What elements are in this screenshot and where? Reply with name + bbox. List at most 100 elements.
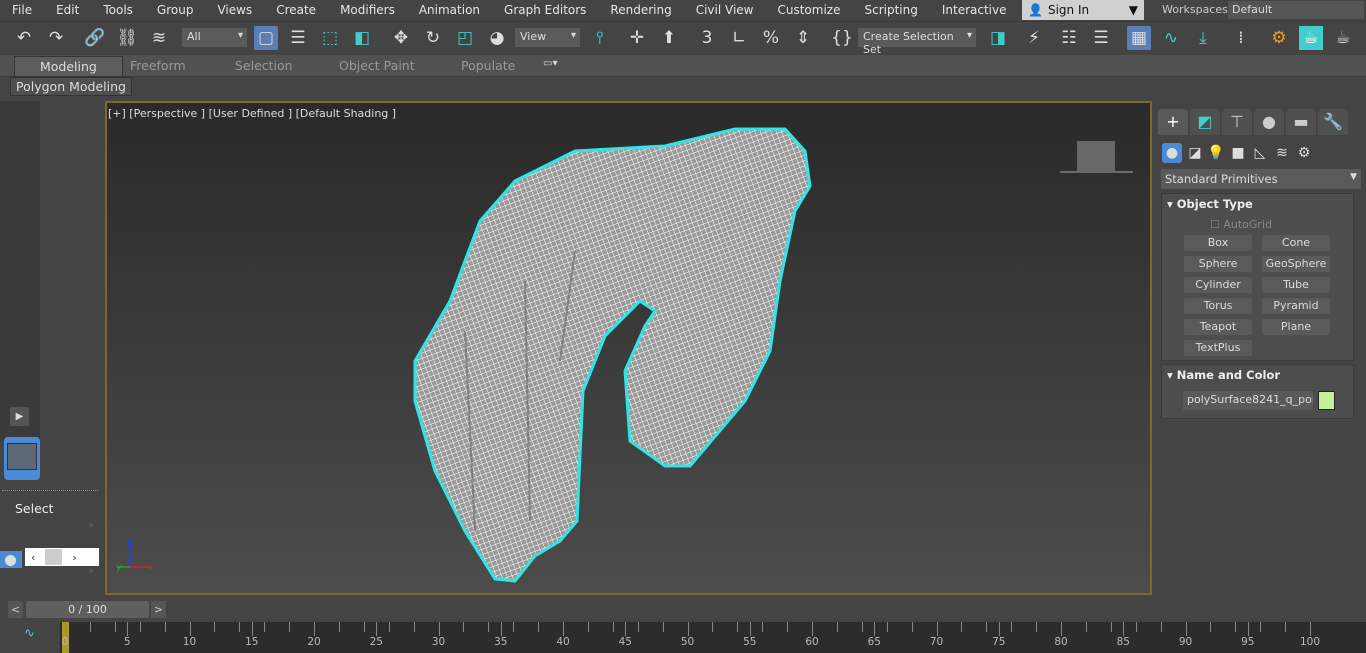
modify-tab-icon[interactable]: ◩ — [1190, 109, 1220, 135]
expand-arrow-icon[interactable]: ▶ — [10, 407, 29, 426]
expand-icon[interactable]: » — [88, 520, 94, 531]
torus-button[interactable]: Torus — [1184, 298, 1252, 314]
tab-selection[interactable]: Selection — [235, 58, 293, 73]
menu-civil-view[interactable]: Civil View — [684, 3, 766, 17]
viewcube-icon[interactable] — [1060, 141, 1133, 173]
menu-customize[interactable]: Customize — [765, 3, 852, 17]
scroll-spinner[interactable]: ‹ › — [25, 548, 99, 566]
menu-views[interactable]: Views — [205, 3, 264, 17]
angle-snap-icon[interactable]: ∟ — [727, 26, 751, 50]
scroll-thumb[interactable] — [45, 549, 63, 565]
object-category-select[interactable]: Standard Primitives ▼ — [1161, 169, 1361, 189]
radio-button[interactable] — [0, 551, 22, 568]
object-type-title[interactable]: Object Type — [1177, 197, 1253, 211]
bind-space-warp-icon[interactable]: ≋ — [147, 26, 171, 50]
render-production-icon[interactable]: ☕ — [1331, 26, 1355, 50]
hierarchy-tab-icon[interactable]: ⊤ — [1222, 109, 1252, 135]
scale-icon[interactable]: ◰ — [453, 26, 477, 50]
tab-modeling[interactable]: Modeling — [14, 56, 123, 77]
utilities-tab-wrench-icon[interactable]: 🔧 — [1318, 109, 1348, 135]
reference-coordinate-select[interactable]: View — [515, 28, 580, 47]
time-slider[interactable]: 0 / 100 — [26, 601, 149, 618]
time-next-button[interactable]: > — [151, 601, 166, 618]
menu-group[interactable]: Group — [145, 3, 206, 17]
ribbon-options-icon[interactable]: ▭▾ — [543, 58, 557, 69]
layer-explorer-icon[interactable]: ☰ — [1089, 26, 1113, 50]
left-arrow-icon[interactable]: ‹ — [31, 551, 35, 564]
move-icon[interactable]: ✥ — [389, 26, 413, 50]
teapot-button[interactable]: Teapot — [1184, 319, 1252, 335]
tube-button[interactable]: Tube — [1262, 277, 1330, 293]
toggle-ribbon-icon[interactable]: ▦ — [1127, 26, 1151, 50]
cone-button[interactable]: Cone — [1262, 235, 1330, 251]
tab-populate[interactable]: Populate — [461, 58, 515, 73]
schematic-view-icon[interactable]: ⁞ — [1229, 26, 1253, 50]
percent-snap-icon[interactable]: % — [759, 26, 783, 50]
space-warps-icon[interactable]: ≋ — [1272, 143, 1292, 163]
right-arrow-icon[interactable]: › — [72, 551, 76, 564]
workspaces-select[interactable]: Default — [1228, 1, 1364, 19]
rendered-frame-window-icon[interactable]: ☕ — [1299, 26, 1323, 50]
geometry-icon[interactable]: ● — [1162, 143, 1182, 163]
placement-icon[interactable]: ◕ — [485, 26, 509, 50]
undo-icon[interactable]: ↶ — [12, 26, 36, 50]
rectangular-selection-icon[interactable]: ⬚ — [318, 26, 342, 50]
menu-interactive[interactable]: Interactive — [930, 3, 1019, 17]
systems-icon[interactable]: ⚙ — [1294, 143, 1314, 163]
redo-icon[interactable]: ↷ — [44, 26, 68, 50]
unlink-icon[interactable]: ⛓ — [115, 26, 139, 50]
time-prev-button[interactable]: < — [8, 601, 23, 618]
viewport-layout-button[interactable] — [4, 437, 40, 480]
cylinder-button[interactable]: Cylinder — [1184, 277, 1252, 293]
menu-edit[interactable]: Edit — [44, 3, 91, 17]
keyboard-shortcut-override-icon[interactable]: ⬆ — [657, 26, 681, 50]
curve-editor-icon[interactable]: ∿ — [1159, 26, 1183, 50]
expand-icon[interactable]: » — [88, 566, 94, 577]
autogrid-checkbox[interactable]: ☐ AutoGrid — [1210, 218, 1272, 231]
name-color-title[interactable]: Name and Color — [1177, 368, 1280, 382]
menu-rendering[interactable]: Rendering — [598, 3, 683, 17]
menu-animation[interactable]: Animation — [407, 3, 492, 17]
lights-icon[interactable]: 💡 — [1206, 143, 1226, 163]
spinner-snap-icon[interactable]: ⇕ — [791, 26, 815, 50]
pivot-center-icon[interactable]: ⫯ — [588, 26, 612, 50]
align-icon[interactable]: ⚡ — [1022, 26, 1046, 50]
tab-freeform[interactable]: Freeform — [130, 58, 186, 73]
window-crossing-icon[interactable]: ◧ — [350, 26, 374, 50]
rotate-icon[interactable]: ↻ — [421, 26, 445, 50]
render-setup-icon[interactable]: ⚙ — [1267, 26, 1291, 50]
plane-button[interactable]: Plane — [1262, 319, 1330, 335]
geosphere-button[interactable]: GeoSphere — [1262, 256, 1330, 272]
collapse-icon[interactable]: ▾ — [1167, 368, 1177, 382]
shapes-icon[interactable]: ◪ — [1185, 143, 1205, 163]
motion-tab-icon[interactable]: ● — [1254, 109, 1284, 135]
select-by-name-icon[interactable]: ☰ — [286, 26, 310, 50]
snaps-toggle-icon[interactable]: 3 — [695, 26, 719, 50]
menu-tools[interactable]: Tools — [91, 3, 145, 17]
named-selection-set-select[interactable]: Create Selection Set — [858, 28, 976, 56]
sign-in-button[interactable]: 👤 Sign In ▼ — [1022, 0, 1144, 20]
polygon-modeling-panel[interactable]: Polygon Modeling — [10, 77, 132, 96]
menu-graph-editors[interactable]: Graph Editors — [492, 3, 598, 17]
textplus-button[interactable]: TextPlus — [1184, 340, 1252, 356]
object-name-input[interactable]: polySurface8241_q_polyS — [1183, 391, 1313, 410]
menu-file[interactable]: File — [0, 3, 44, 17]
menu-create[interactable]: Create — [264, 3, 328, 17]
mirror-icon[interactable]: ◨ — [986, 26, 1010, 50]
create-tab-plus-icon[interactable]: + — [1158, 109, 1188, 135]
menu-scripting[interactable]: Scripting — [852, 3, 929, 17]
edit-named-selection-icon[interactable]: {} — [830, 26, 854, 50]
select-manipulate-icon[interactable]: ✛ — [625, 26, 649, 50]
tab-object-paint[interactable]: Object Paint — [339, 58, 415, 73]
select-object-icon[interactable]: ▢ — [254, 26, 278, 50]
sphere-button[interactable]: Sphere — [1184, 256, 1252, 272]
track-bar[interactable]: 0 5 10 15 20 25 30 35 40 45 50 55 60 65 70 75 80 85 90 95 10… — [60, 622, 1366, 653]
menu-modifiers[interactable]: Modifiers — [328, 3, 407, 17]
display-tab-icon[interactable]: ▬ — [1286, 109, 1316, 135]
box-button[interactable]: Box — [1184, 235, 1252, 251]
selection-filter-select[interactable]: All — [182, 28, 247, 47]
dope-sheet-icon[interactable]: ⤓ — [1191, 26, 1215, 50]
link-icon[interactable]: 🔗 — [83, 26, 107, 50]
object-color-swatch[interactable] — [1318, 391, 1335, 410]
cameras-icon[interactable]: ■ — [1228, 143, 1248, 163]
